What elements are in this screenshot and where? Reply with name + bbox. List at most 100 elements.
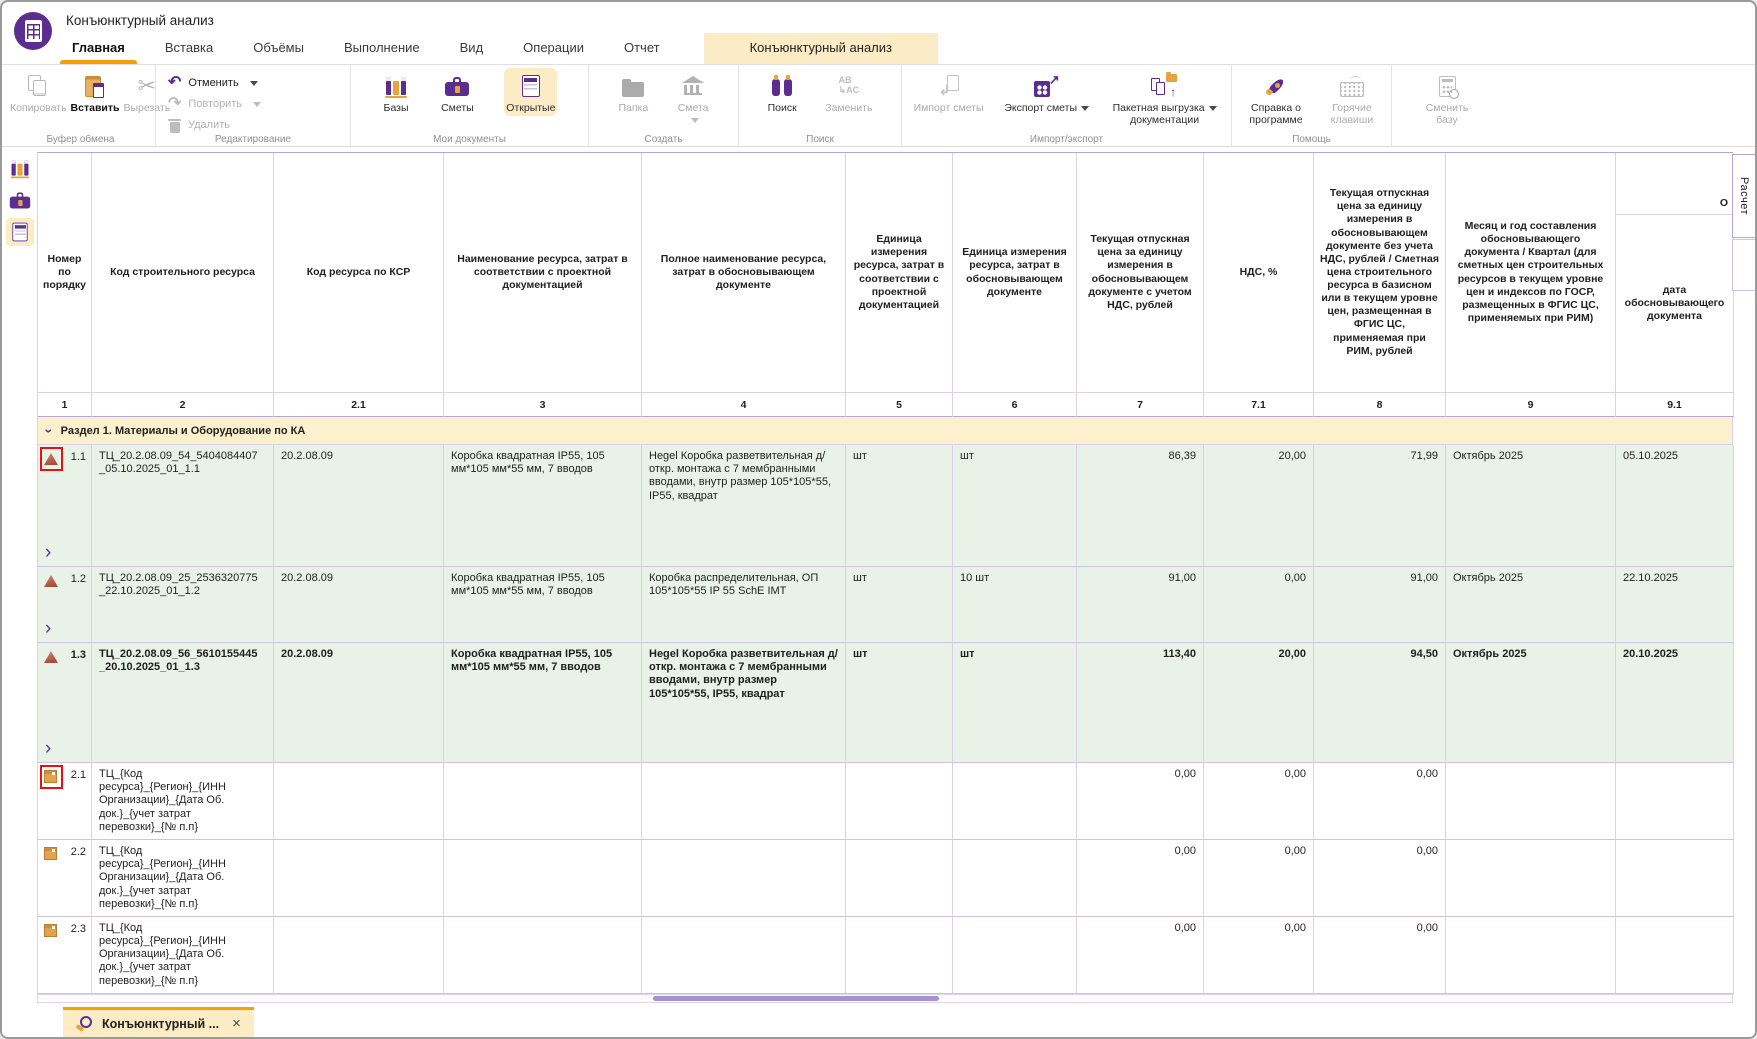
cell-price_vat[interactable]: 0,00 [1077,840,1204,917]
column-header[interactable]: Текущая отпускная цена за единицу измере… [1314,153,1446,393]
cell-price_vat[interactable]: 86,39 [1077,445,1204,567]
cell-date[interactable] [1616,917,1734,994]
hotkeys-button[interactable]: Горячие клавиши [1318,68,1386,128]
cell-unit_doc[interactable] [953,840,1077,917]
cell-price_vat[interactable]: 0,00 [1077,763,1204,840]
cell-price_no_vat[interactable]: 71,99 [1314,445,1446,567]
cell-code[interactable]: ТЦ_{Код ресурса}_{Регион}_{ИНН Организац… [92,917,274,994]
warning-icon[interactable] [44,574,59,588]
cell-ksr[interactable] [274,840,444,917]
cell-date[interactable] [1616,840,1734,917]
tab-vid[interactable]: Вид [446,33,498,64]
column-number[interactable]: 7 [1077,393,1204,417]
cell-month[interactable] [1446,917,1616,994]
about-button[interactable]: Справка о программе [1237,68,1315,128]
cell-price_no_vat[interactable]: 91,00 [1314,567,1446,643]
cell-ksr[interactable] [274,763,444,840]
cell-vat[interactable]: 0,00 [1204,917,1314,994]
cell-full_name[interactable]: Hegel Коробка разветвительная д/откр. мо… [642,643,846,763]
table-row[interactable]: 2.3ТЦ_{Код ресурса}_{Регион}_{ИНН Органи… [37,917,1733,994]
column-header[interactable]: Одата обосновывающего документа [1616,153,1734,393]
cell-price_vat[interactable]: 0,00 [1077,917,1204,994]
cell-month[interactable]: Октябрь 2025 [1446,567,1616,643]
column-header[interactable]: Код ресурса по КСР [274,153,444,393]
column-number[interactable]: 6 [953,393,1077,417]
tab-konyunkturny-analiz[interactable]: Конъюнктурный анализ [704,33,938,64]
header-partial-cell[interactable]: О [1616,153,1733,215]
change-db-button[interactable]: Сменить базу [1413,68,1481,128]
column-header[interactable]: Месяц и год составления обосновывающего … [1446,153,1616,393]
cell-date[interactable]: 22.10.2025 [1616,567,1734,643]
cell-full_name[interactable]: Hegel Коробка разветвительная д/откр. мо… [642,445,846,567]
cell-unit_proj[interactable] [846,917,953,994]
table-row[interactable]: 1.1›ТЦ_20.2.08.09_54_5404084407 _05.10.2… [37,445,1733,567]
calculation-side-tab[interactable]: Расчет [1732,154,1755,238]
column-number[interactable]: 9.1 [1616,393,1734,417]
cell-code[interactable]: ТЦ_20.2.08.09_54_5404084407 _05.10.2025_… [92,445,274,567]
bases-button[interactable]: Базы [382,68,411,116]
column-header[interactable]: НДС, % [1204,153,1314,393]
cell-row-number[interactable]: 2.1 [38,763,92,840]
expand-row-icon[interactable]: › [45,743,51,755]
table-row[interactable]: 2.2ТЦ_{Код ресурса}_{Регион}_{ИНН Органи… [37,840,1733,917]
cell-full_name[interactable]: Коробка распределительная, ОП 105*105*55… [642,567,846,643]
tab-vypolnenie[interactable]: Выполнение [330,33,434,64]
column-number[interactable]: 1 [38,393,92,417]
rail-opened-button[interactable] [6,218,34,246]
warning-icon[interactable] [44,650,59,664]
cell-row-number[interactable]: 1.3› [38,643,92,763]
column-header[interactable]: Текущая отпускная цена за единицу измере… [1077,153,1204,393]
cell-ksr[interactable]: 20.2.08.09 [274,643,444,763]
warning-icon[interactable] [44,452,59,466]
tab-operacii[interactable]: Операции [509,33,598,64]
cell-name[interactable]: Коробка квадратная IP55, 105 мм*105 мм*5… [444,643,642,763]
redo-button[interactable]: ↷ Повторить [168,96,261,112]
cell-name[interactable]: Коробка квадратная IP55, 105 мм*105 мм*5… [444,567,642,643]
replace-button[interactable]: AB↳AC Заменить [823,68,874,116]
table-row[interactable]: 2.1ТЦ_{Код ресурса}_{Регион}_{ИНН Органи… [37,763,1733,840]
column-number[interactable]: 9 [1446,393,1616,417]
column-number[interactable]: 2.1 [274,393,444,417]
cell-unit_doc[interactable] [953,763,1077,840]
cell-date[interactable]: 05.10.2025 [1616,445,1734,567]
cell-unit_proj[interactable] [846,840,953,917]
table-row[interactable]: 1.3›ТЦ_20.2.08.09_56_5610155445 _20.10.2… [37,643,1733,763]
cell-price_no_vat[interactable]: 94,50 [1314,643,1446,763]
tab-otchet[interactable]: Отчет [610,33,674,64]
column-header[interactable]: Наименование ресурса, затрат в соответст… [444,153,642,393]
cell-price_no_vat[interactable]: 0,00 [1314,840,1446,917]
cell-name[interactable] [444,763,642,840]
cell-ksr[interactable]: 20.2.08.09 [274,567,444,643]
cell-unit_proj[interactable]: шт [846,445,953,567]
cell-unit_proj[interactable]: шт [846,567,953,643]
cell-unit_doc[interactable]: 10 шт [953,567,1077,643]
tab-vstavka[interactable]: Вставка [151,33,227,64]
cell-vat[interactable]: 0,00 [1204,840,1314,917]
cell-price_vat[interactable]: 91,00 [1077,567,1204,643]
cell-code[interactable]: ТЦ_{Код ресурса}_{Регион}_{ИНН Организац… [92,763,274,840]
estimates-button[interactable]: Сметы [439,68,476,116]
cell-unit_doc[interactable]: шт [953,643,1077,763]
column-header[interactable]: Код строительного ресурса [92,153,274,393]
cell-month[interactable]: Октябрь 2025 [1446,643,1616,763]
redo-dropdown-icon[interactable] [253,102,261,107]
cell-vat[interactable]: 0,00 [1204,763,1314,840]
cell-name[interactable] [444,840,642,917]
collapse-section-icon[interactable]: › [44,428,54,433]
cell-date[interactable]: 20.10.2025 [1616,643,1734,763]
cell-unit_proj[interactable] [846,763,953,840]
export-dropdown-icon[interactable] [1081,106,1089,111]
cell-full_name[interactable] [642,840,846,917]
column-number[interactable]: 3 [444,393,642,417]
cell-vat[interactable]: 20,00 [1204,643,1314,763]
column-number[interactable]: 2 [92,393,274,417]
cell-code[interactable]: ТЦ_{Код ресурса}_{Регион}_{ИНН Организац… [92,840,274,917]
close-tab-icon[interactable]: × [232,1016,241,1031]
rail-bases-button[interactable] [6,154,34,182]
cell-code[interactable]: ТЦ_20.2.08.09_25_2536320775 _22.10.2025_… [92,567,274,643]
cell-row-number[interactable]: 2.2 [38,840,92,917]
copy-button[interactable]: Копировать [8,68,69,116]
cell-date[interactable] [1616,763,1734,840]
cell-unit_proj[interactable]: шт [846,643,953,763]
column-header[interactable]: Единица измерения ресурса, затрат в обос… [953,153,1077,393]
